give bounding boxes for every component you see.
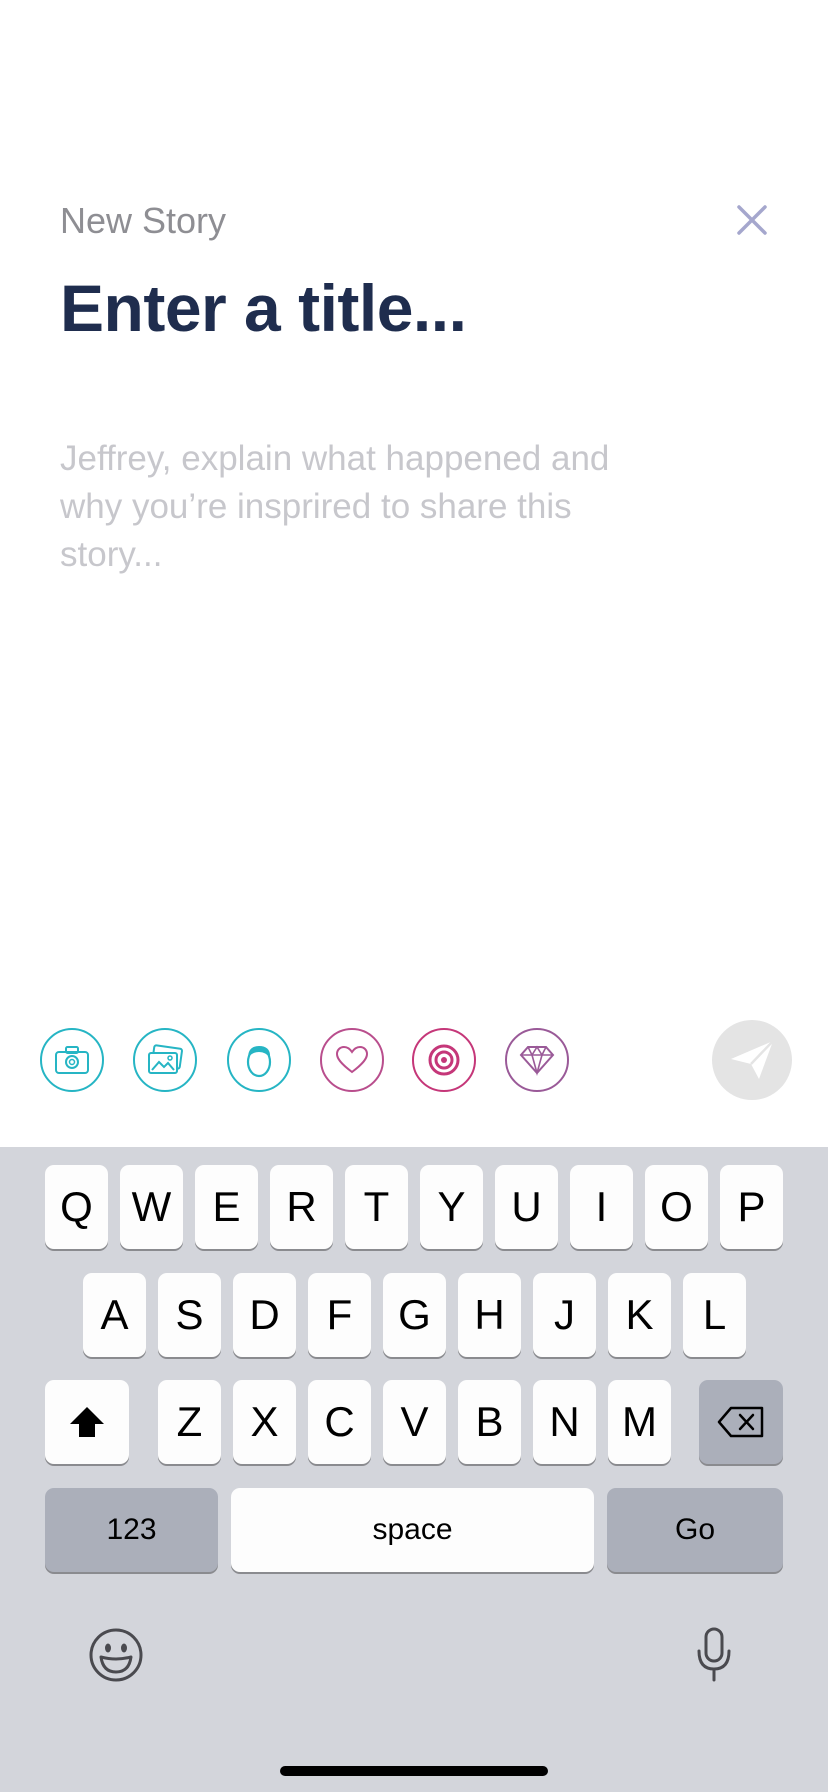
key-j[interactable]: J — [533, 1273, 596, 1357]
target-icon — [428, 1044, 460, 1076]
space-key[interactable]: space — [231, 1488, 594, 1572]
person-icon — [246, 1046, 272, 1078]
key-a[interactable]: A — [83, 1273, 146, 1357]
paper-plane-icon — [731, 1040, 774, 1079]
key-l[interactable]: L — [683, 1273, 746, 1357]
close-icon — [737, 205, 767, 235]
new-story-screen: New Story Enter a title... Jeffrey, expl… — [0, 0, 828, 1792]
header-label: New Story — [60, 200, 227, 241]
emoji-button[interactable] — [86, 1625, 146, 1685]
camera-button[interactable] — [40, 1028, 104, 1092]
camera-icon — [55, 1046, 89, 1074]
key-z[interactable]: Z — [158, 1380, 221, 1464]
key-u[interactable]: U — [495, 1165, 558, 1249]
gallery-button[interactable] — [133, 1028, 197, 1092]
go-key[interactable]: Go — [607, 1488, 783, 1572]
shift-icon — [70, 1407, 104, 1437]
numbers-key[interactable]: 123 — [45, 1488, 218, 1572]
key-v[interactable]: V — [383, 1380, 446, 1464]
key-f[interactable]: F — [308, 1273, 371, 1357]
key-h[interactable]: H — [458, 1273, 521, 1357]
person-button[interactable] — [227, 1028, 291, 1092]
delete-key[interactable] — [699, 1380, 783, 1464]
emoji-icon — [89, 1628, 143, 1682]
close-button[interactable] — [730, 198, 774, 242]
keyboard: Q W E R T Y U I O P A S D F G H J K L Z … — [0, 1147, 828, 1792]
key-n[interactable]: N — [533, 1380, 596, 1464]
key-i[interactable]: I — [570, 1165, 633, 1249]
heart-icon — [335, 1045, 369, 1074]
heart-button[interactable] — [320, 1028, 384, 1092]
diamond-icon — [519, 1045, 555, 1076]
story-body-input[interactable]: Jeffrey, explain what happened and why y… — [60, 435, 680, 579]
key-b[interactable]: B — [458, 1380, 521, 1464]
key-x[interactable]: X — [233, 1380, 296, 1464]
key-k[interactable]: K — [608, 1273, 671, 1357]
key-e[interactable]: E — [195, 1165, 258, 1249]
key-g[interactable]: G — [383, 1273, 446, 1357]
home-indicator — [280, 1766, 548, 1776]
title-input[interactable]: Enter a title... — [60, 270, 760, 346]
microphone-button[interactable] — [688, 1625, 740, 1685]
key-t[interactable]: T — [345, 1165, 408, 1249]
key-o[interactable]: O — [645, 1165, 708, 1249]
key-w[interactable]: W — [120, 1165, 183, 1249]
delete-icon — [717, 1406, 764, 1438]
key-m[interactable]: M — [608, 1380, 671, 1464]
key-y[interactable]: Y — [420, 1165, 483, 1249]
diamond-button[interactable] — [505, 1028, 569, 1092]
key-q[interactable]: Q — [45, 1165, 108, 1249]
key-r[interactable]: R — [270, 1165, 333, 1249]
microphone-icon — [697, 1627, 731, 1682]
key-c[interactable]: C — [308, 1380, 371, 1464]
gallery-icon — [148, 1044, 183, 1074]
key-d[interactable]: D — [233, 1273, 296, 1357]
key-s[interactable]: S — [158, 1273, 221, 1357]
key-p[interactable]: P — [720, 1165, 783, 1249]
toolbar — [0, 1020, 828, 1100]
send-button[interactable] — [712, 1020, 792, 1100]
shift-key[interactable] — [45, 1380, 129, 1464]
target-button[interactable] — [412, 1028, 476, 1092]
